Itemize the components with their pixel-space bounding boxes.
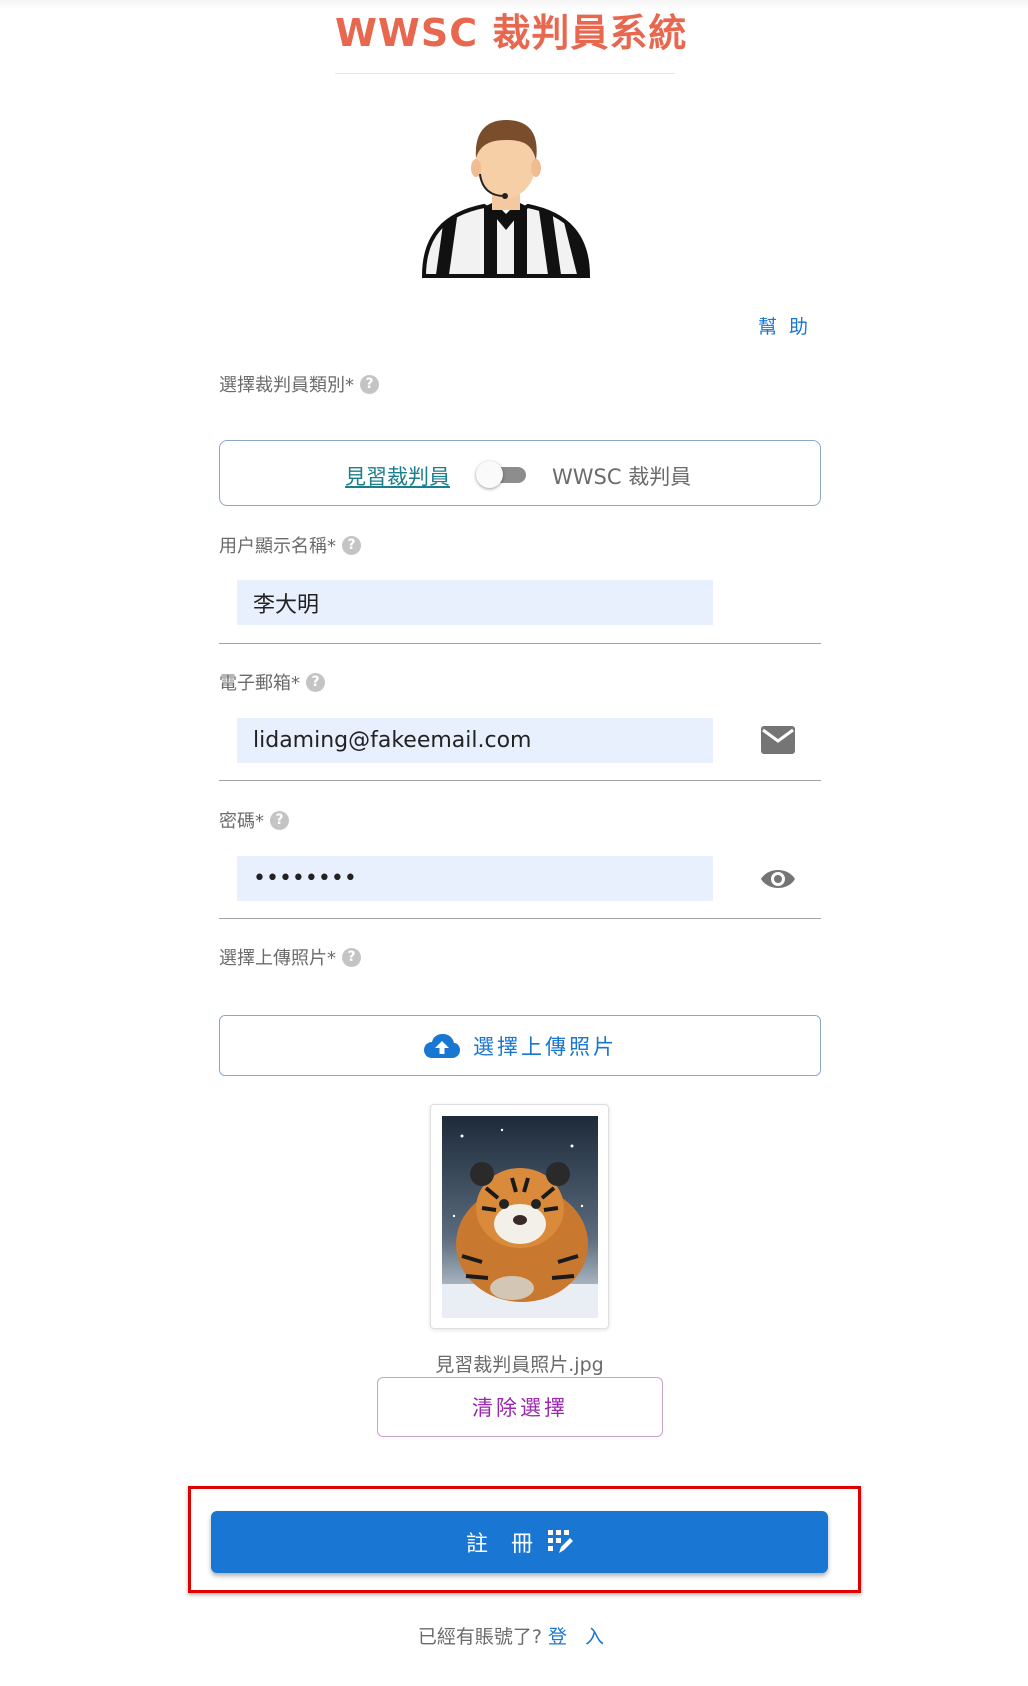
login-prompt-text: 已經有賬號了? xyxy=(417,1626,543,1648)
help-circle-icon[interactable]: ? xyxy=(270,810,289,830)
help-circle-icon[interactable]: ? xyxy=(342,535,361,555)
email-label-text: 電子郵箱* xyxy=(219,673,300,694)
help-circle-icon[interactable]: ? xyxy=(306,672,325,692)
photo-preview-card xyxy=(430,1104,609,1329)
email-input[interactable] xyxy=(237,718,713,763)
display-name-label-text: 用户顯示名稱* xyxy=(219,536,336,557)
login-link[interactable]: 登 入 xyxy=(548,1626,610,1648)
password-input[interactable] xyxy=(237,856,713,901)
referee-avatar-image xyxy=(422,120,590,278)
tiger-photo-thumbnail xyxy=(442,1116,598,1318)
email-label: 電子郵箱* ? xyxy=(219,669,325,695)
how-to-reg-icon xyxy=(548,1530,573,1553)
photo-label: 選擇上傳照片* ? xyxy=(219,944,361,970)
option-wwsc-referee[interactable]: WWSC 裁判員 xyxy=(552,461,691,491)
help-link[interactable]: 幫 助 xyxy=(758,312,811,339)
clear-selection-button[interactable]: 清除選擇 xyxy=(377,1377,663,1437)
display-name-label: 用户顯示名稱* ? xyxy=(219,532,361,558)
upload-photo-label: 選擇上傳照片 xyxy=(473,1034,617,1059)
login-prompt: 已經有賬號了? 登 入 xyxy=(0,1622,1028,1649)
title-divider xyxy=(335,73,675,74)
photo-label-text: 選擇上傳照片* xyxy=(219,948,336,969)
register-button[interactable]: 註 冊 xyxy=(211,1511,828,1573)
option-trainee-referee[interactable]: 見習裁判員 xyxy=(345,461,450,491)
password-label: 密碼* ? xyxy=(219,807,289,833)
help-circle-icon[interactable]: ? xyxy=(342,947,361,967)
display-name-input[interactable] xyxy=(237,580,713,625)
selected-file-name: 見習裁判員照片.jpg xyxy=(435,1354,604,1376)
switch-knob xyxy=(476,461,503,488)
referee-type-label: 選擇裁判員類別* ? xyxy=(219,371,379,397)
help-circle-icon[interactable]: ? xyxy=(360,374,379,394)
page-title: WWSC 裁判員系統 xyxy=(335,11,688,55)
display-name-underline xyxy=(219,643,821,644)
upload-photo-button[interactable]: 選擇上傳照片 xyxy=(219,1015,821,1076)
referee-type-switch[interactable] xyxy=(476,461,528,488)
password-label-text: 密碼* xyxy=(219,811,264,832)
referee-type-toggle-group: 見習裁判員 WWSC 裁判員 xyxy=(219,440,821,506)
email-underline xyxy=(219,780,821,781)
referee-type-label-text: 選擇裁判員類別* xyxy=(219,375,354,396)
register-button-label: 註 冊 xyxy=(466,1532,541,1557)
cloud-upload-icon xyxy=(424,1033,460,1058)
register-page: WWSC 裁判員系統 幫 助 選擇裁判員類別* ? 見習裁判員 WWSC 裁判員… xyxy=(0,0,1028,1686)
password-underline xyxy=(219,918,821,919)
mail-icon xyxy=(761,726,795,754)
eye-icon[interactable] xyxy=(760,864,796,894)
